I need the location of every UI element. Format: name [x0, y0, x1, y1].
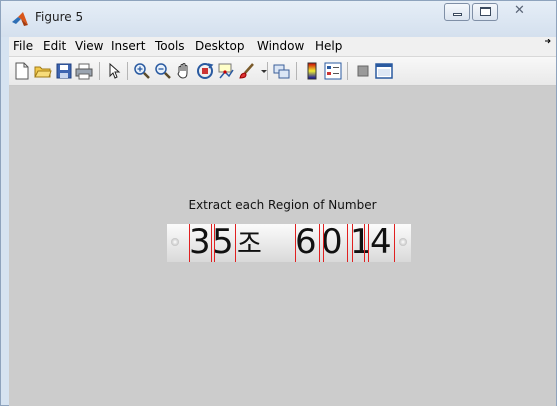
segment-boundary-line	[235, 224, 236, 262]
menu-window[interactable]: Window	[257, 39, 304, 53]
toolbar-separator	[267, 62, 268, 80]
data-cursor-icon[interactable]	[217, 62, 235, 80]
plate-bolt-left	[171, 238, 179, 246]
plate-digit: 5	[212, 224, 234, 262]
plate-bolt-right	[399, 238, 407, 246]
insert-colorbar-icon[interactable]	[303, 62, 321, 80]
plate-digit: 6	[295, 224, 317, 262]
brush-icon[interactable]	[238, 62, 256, 80]
segment-boundary-line	[352, 224, 353, 262]
matlab-logo-icon	[11, 10, 29, 28]
new-figure-icon[interactable]	[13, 62, 31, 80]
segment-boundary-line	[323, 224, 324, 262]
insert-legend-icon[interactable]	[324, 62, 342, 80]
segment-boundary-line	[394, 224, 395, 262]
plate-digit: 0	[321, 224, 343, 262]
pan-icon[interactable]	[175, 62, 193, 80]
figure-window: Figure 5 ✕ File Edit View Insert Tools D…	[0, 0, 557, 406]
segment-boundary-line	[319, 224, 320, 262]
zoom-out-icon[interactable]	[154, 62, 172, 80]
plate-hangul-char: 조	[237, 229, 262, 260]
toolbar-separator	[99, 62, 100, 80]
segment-boundary-line	[368, 224, 369, 262]
menu-bar: File Edit View Insert Tools Desktop Wind…	[9, 37, 556, 57]
segment-boundary-line	[211, 224, 212, 262]
open-file-icon[interactable]	[34, 62, 52, 80]
menu-file[interactable]: File	[13, 39, 33, 53]
maximize-icon	[480, 7, 491, 16]
edit-plot-icon[interactable]	[105, 62, 123, 80]
title-bar[interactable]: Figure 5 ✕	[1, 1, 556, 37]
menu-tools[interactable]: Tools	[155, 39, 185, 53]
link-plot-icon[interactable]	[273, 62, 291, 80]
toolbar-separator	[296, 62, 297, 80]
menu-help[interactable]: Help	[315, 39, 342, 53]
window-title: Figure 5	[35, 10, 84, 24]
save-figure-icon[interactable]	[55, 62, 73, 80]
segment-boundary-line	[295, 224, 296, 262]
menu-edit[interactable]: Edit	[43, 39, 66, 53]
license-plate-image: 3 5 조 6 0 1 4	[167, 224, 411, 262]
segment-boundary-line	[364, 224, 365, 262]
plate-digit: 3	[189, 224, 211, 262]
hide-plot-tools-icon[interactable]	[354, 62, 372, 80]
show-plot-tools-icon[interactable]	[375, 62, 393, 80]
menu-desktop[interactable]: Desktop	[195, 39, 245, 53]
brush-dropdown-icon[interactable]	[255, 62, 267, 80]
segment-boundary-line	[214, 224, 215, 262]
menu-insert[interactable]: Insert	[111, 39, 145, 53]
minimize-icon	[453, 13, 462, 16]
minimize-button[interactable]	[444, 3, 470, 21]
print-figure-icon[interactable]	[75, 62, 93, 80]
segment-boundary-line	[347, 224, 348, 262]
rotate-3d-icon[interactable]	[196, 62, 214, 80]
figure-canvas[interactable]: Extract each Region of Number 3 5 조 6 0 …	[9, 86, 556, 406]
menu-view[interactable]: View	[75, 39, 103, 53]
plate-digit: 4	[370, 224, 392, 262]
toolbar-separator	[127, 62, 128, 80]
close-icon: ✕	[514, 3, 525, 18]
maximize-button[interactable]	[472, 3, 498, 21]
toolbar-separator	[347, 62, 348, 80]
menu-overflow-icon[interactable]	[544, 37, 552, 50]
zoom-in-icon[interactable]	[133, 62, 151, 80]
figure-toolbar	[9, 57, 556, 86]
plot-title: Extract each Region of Number	[188, 198, 377, 212]
segment-boundary-line	[189, 224, 190, 262]
close-button[interactable]: ✕	[500, 3, 540, 21]
